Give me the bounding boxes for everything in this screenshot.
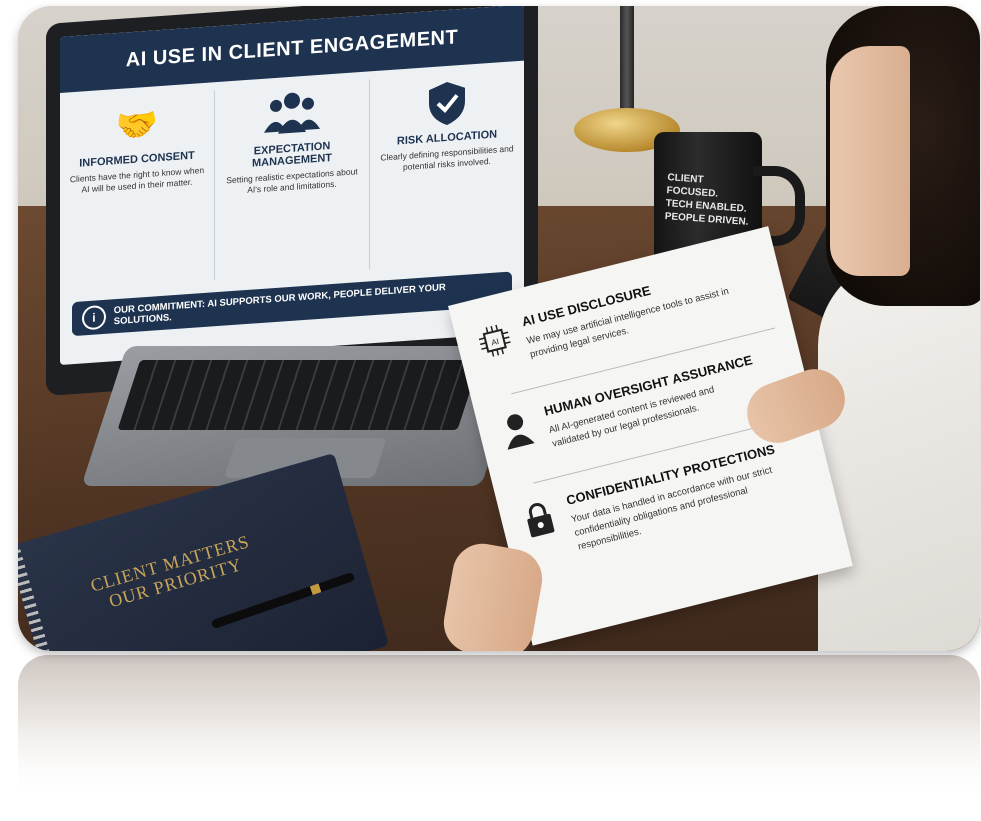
person-icon xyxy=(496,409,537,450)
mug-text: CLIENT FOCUSED. TECH ENABLED. PEOPLE DRI… xyxy=(664,171,751,229)
screen-columns: 🤝 INFORMED CONSENT Clients have the righ… xyxy=(60,61,524,292)
lock-icon xyxy=(527,503,555,538)
column-text: Setting realistic expectations about AI'… xyxy=(226,166,358,196)
shield-check-icon xyxy=(378,75,516,133)
handshake-icon: 🤝 xyxy=(115,105,159,147)
people-group-icon xyxy=(223,86,361,144)
section-confidentiality: CONFIDENTIALITY PROTECTIONS Your data is… xyxy=(514,434,818,567)
lamp-pole xyxy=(620,6,634,118)
commitment-text: OUR COMMITMENT: AI SUPPORTS OUR WORK, PE… xyxy=(113,282,446,328)
shield-check-icon xyxy=(429,81,465,125)
notebook-cover-text: CLIENT MATTERS OUR PRIORITY xyxy=(88,531,258,615)
column-risk-allocation: RISK ALLOCATION Clearly defining respons… xyxy=(370,69,524,270)
person-icon xyxy=(507,414,535,450)
column-expectation-management: EXPECTATION MANAGEMENT Setting realistic… xyxy=(215,79,370,281)
ai-chip-icon: AI xyxy=(474,320,515,361)
photo-frame: AI USE IN CLIENT ENGAGEMENT 🤝 INFORMED C… xyxy=(18,6,980,651)
keyboard-keys xyxy=(117,360,481,430)
person-face xyxy=(830,46,910,276)
column-text: Clearly defining responsibilities and po… xyxy=(380,143,514,173)
people-group-icon xyxy=(264,92,320,134)
lock-icon xyxy=(519,499,560,540)
person-shoulder xyxy=(818,256,980,651)
column-text: Clients have the right to know when AI w… xyxy=(69,164,205,195)
info-icon: i xyxy=(82,304,106,331)
reflection-fade xyxy=(18,655,980,815)
photo-reflection xyxy=(18,655,980,815)
svg-text:AI: AI xyxy=(490,337,500,348)
column-informed-consent: 🤝 INFORMED CONSENT Clients have the righ… xyxy=(60,90,215,292)
ai-chip-icon: AI xyxy=(478,324,511,357)
